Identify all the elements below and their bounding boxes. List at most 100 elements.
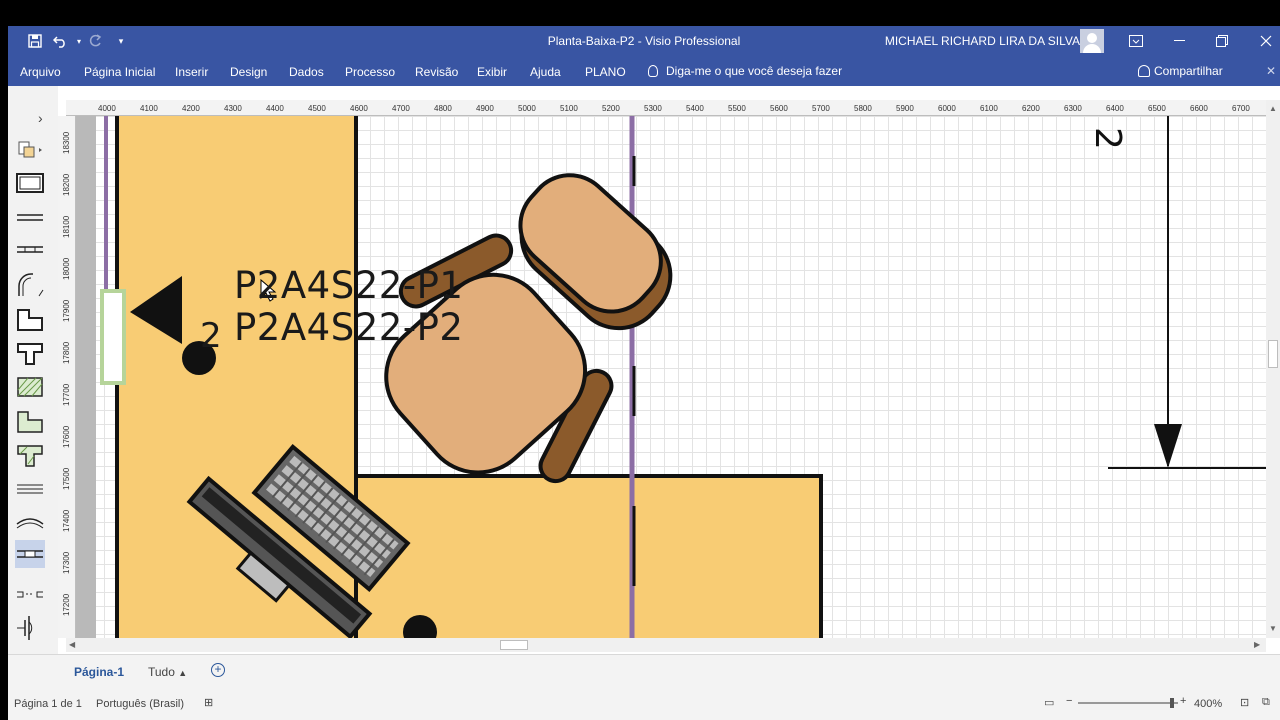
room-label-p2[interactable]: P2A4S22-P2 (234, 306, 463, 349)
share-label: Compartilhar (1154, 64, 1223, 78)
zoom-slider-knob[interactable] (1170, 698, 1174, 708)
ruler-h-tick: 4000 (98, 104, 116, 113)
zoom-in-icon[interactable]: + (1180, 695, 1186, 707)
ruler-h-tick: 4900 (476, 104, 494, 113)
presentation-mode-icon[interactable]: ▭ (1044, 696, 1054, 709)
ruler-h-tick: 6100 (980, 104, 998, 113)
fit-page-icon[interactable]: ⊡ (1240, 696, 1249, 709)
ruler-h-tick: 5100 (560, 104, 578, 113)
tab-processo[interactable]: Processo (345, 65, 395, 79)
ruler-v-tick: 18100 (62, 215, 71, 238)
selected-wall-icon[interactable] (15, 540, 45, 568)
curved-wall-icon[interactable] (15, 270, 45, 298)
tab-arquivo[interactable]: Arquivo (20, 65, 61, 79)
ruler-v-tick: 17300 (62, 551, 71, 574)
vertical-scroll-thumb[interactable] (1268, 340, 1278, 368)
ruler-h-tick: 6400 (1106, 104, 1124, 113)
add-page-icon[interactable]: + (211, 663, 225, 677)
minimize-button[interactable] (1158, 26, 1202, 56)
horizontal-scroll-thumb[interactable] (500, 640, 528, 650)
ruler-h-tick: 5800 (854, 104, 872, 113)
ruler-h-tick: 5300 (644, 104, 662, 113)
dimension-line[interactable] (1108, 116, 1266, 469)
dimension-value-label[interactable]: 2 (1087, 127, 1128, 150)
hatched-room-icon[interactable] (15, 374, 45, 402)
door-element[interactable] (100, 289, 126, 385)
scroll-right-icon[interactable]: ▶ (1254, 640, 1260, 649)
tab-design[interactable]: Design (230, 65, 267, 79)
ruler-h-tick: 5700 (812, 104, 830, 113)
status-page-count[interactable]: Página 1 de 1 (14, 698, 82, 710)
zoom-level[interactable]: 400% (1194, 698, 1222, 710)
tab-plano[interactable]: PLANO (585, 65, 626, 79)
scroll-up-icon[interactable]: ▲ (1269, 104, 1277, 113)
door-opening-icon[interactable] (15, 580, 45, 608)
ruler-h-tick: 4200 (182, 104, 200, 113)
ruler-v-tick: 18300 (62, 131, 71, 154)
wall-section-icon[interactable] (15, 236, 45, 264)
vertical-scrollbar[interactable]: ▲ ▼ (1266, 100, 1280, 638)
tab-inserir[interactable]: Inserir (175, 65, 208, 79)
ruler-h-tick: 4300 (224, 104, 242, 113)
curved-wall-arc-icon[interactable] (15, 508, 45, 536)
status-language[interactable]: Português (Brasil) (96, 698, 184, 710)
ruler-h-tick: 6200 (1022, 104, 1040, 113)
ruler-v-tick: 18000 (62, 257, 71, 280)
room-desk[interactable] (356, 474, 822, 638)
all-pages-button[interactable]: Tudo ▲ (148, 665, 187, 679)
zoom-slider[interactable] (1078, 698, 1178, 708)
wall-left-band[interactable] (76, 116, 96, 638)
avatar[interactable] (1080, 29, 1104, 53)
tab-dados[interactable]: Dados (289, 65, 324, 79)
tab-exibir[interactable]: Exibir (477, 65, 507, 79)
t-space-icon[interactable] (15, 442, 45, 470)
ribbon-tabs: Arquivo Página Inicial Inserir Design Da… (8, 56, 1280, 86)
switch-windows-icon[interactable]: ⧉ (1262, 696, 1270, 709)
share-person-icon (1138, 65, 1150, 77)
ruler-h-tick: 4800 (434, 104, 452, 113)
tell-me-search[interactable]: Diga-me o que você deseja fazer (648, 62, 842, 80)
tab-page-1[interactable]: Página-1 (74, 665, 124, 679)
stencil-shapes-icon[interactable] (15, 136, 45, 164)
visio-window: ▾ ▾ Planta-Baixa-P2 - Visio Professional… (8, 26, 1280, 720)
tell-me-label: Diga-me o que você deseja fazer (666, 64, 843, 78)
expand-shapes-icon[interactable]: › (38, 110, 43, 126)
scroll-down-icon[interactable]: ▼ (1269, 624, 1277, 633)
ribbon-display-options-icon[interactable] (1114, 26, 1158, 56)
ruler-v-tick: 18200 (62, 173, 71, 196)
wall-number-label[interactable]: 2 (200, 316, 222, 356)
ruler-h-tick: 5200 (602, 104, 620, 113)
share-button[interactable]: Compartilhar (1138, 62, 1223, 80)
vertical-ruler: 18300 18200 18100 18000 17900 17800 17700 17600… (58, 116, 76, 638)
zoom-out-icon[interactable]: − (1066, 695, 1072, 707)
ruler-h-tick: 4400 (266, 104, 284, 113)
macro-record-icon[interactable]: ⊞ (204, 696, 213, 709)
ruler-h-tick: 5600 (770, 104, 788, 113)
t-room-icon[interactable] (15, 340, 45, 368)
ruler-h-tick: 5400 (686, 104, 704, 113)
status-bar: Página 1 de 1 Português (Brasil) ⊞ ▭ − +… (8, 690, 1280, 720)
wall-double-line-icon[interactable] (15, 204, 45, 232)
ruler-v-tick: 17800 (62, 341, 71, 364)
l-room-icon[interactable] (15, 306, 45, 334)
room-label-p1[interactable]: P2A4S22-P1 (234, 264, 463, 307)
wall-triple-line-icon[interactable] (15, 476, 45, 504)
horizontal-scrollbar[interactable]: ◀ ▶ (66, 638, 1266, 652)
tab-pagina-inicial[interactable]: Página Inicial (84, 65, 155, 79)
collapse-ribbon-icon[interactable]: ✕ (1266, 64, 1276, 78)
wall-room-icon[interactable] (15, 170, 45, 198)
ruler-h-tick: 5000 (518, 104, 536, 113)
room-left[interactable] (116, 116, 356, 638)
tab-revisao[interactable]: Revisão (415, 65, 458, 79)
tab-ajuda[interactable]: Ajuda (530, 65, 561, 79)
l-space-icon[interactable] (15, 408, 45, 436)
drawing-canvas[interactable]: 2 P2A4S22-P1 P2A4S22-P2 2 (76, 116, 1266, 638)
page-tabs-bar: Página-1 Tudo ▲ + (8, 654, 1280, 690)
restore-button[interactable] (1200, 26, 1244, 56)
caret-up-icon: ▲ (178, 668, 188, 678)
floor-plan-drawing (76, 116, 1266, 638)
user-name[interactable]: MICHAEL RICHARD LIRA DA SILVA (885, 34, 1080, 48)
wall-junction-icon[interactable] (15, 614, 45, 642)
close-button[interactable] (1244, 26, 1280, 56)
scroll-left-icon[interactable]: ◀ (69, 640, 75, 649)
